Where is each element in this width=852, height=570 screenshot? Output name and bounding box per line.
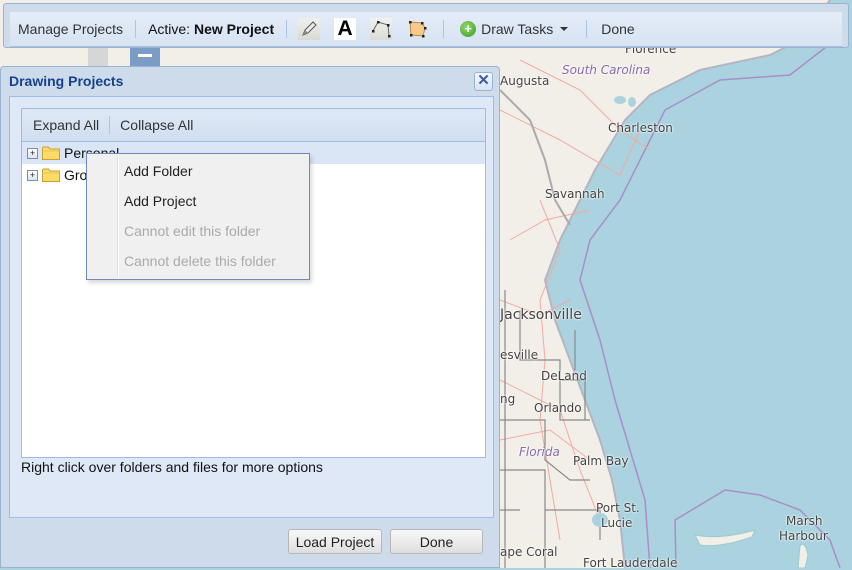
drawing-projects-dialog: Drawing Projects ✕ Expand All Collapse A… xyxy=(0,66,500,568)
dialog-done-button[interactable]: Done xyxy=(390,529,483,554)
text-tool-button[interactable]: A xyxy=(334,17,357,40)
lake xyxy=(614,96,626,104)
map-label: ape Coral xyxy=(500,545,558,559)
toolbar-separator xyxy=(443,20,445,38)
toolbar-separator xyxy=(286,20,288,38)
map-label: Augusta xyxy=(500,74,550,88)
map-label: Orlando xyxy=(534,401,582,415)
add-folder-menu-item[interactable]: Add Folder xyxy=(124,163,192,179)
close-icon[interactable]: ✕ xyxy=(474,72,493,91)
map-label: Florida xyxy=(519,445,560,459)
map-label: Jacksonville xyxy=(500,307,582,323)
folder-icon xyxy=(42,146,60,160)
polygon-icon xyxy=(409,21,427,38)
polyline-tool-button[interactable] xyxy=(370,18,393,40)
map-side-strip xyxy=(88,48,108,66)
toolbar-separator xyxy=(135,20,137,38)
toolbar-separator xyxy=(109,116,111,134)
map-label: South Carolina xyxy=(562,63,651,77)
hint-text: Right click over folders and files for m… xyxy=(21,459,323,475)
map-label: ng xyxy=(500,392,516,406)
lake xyxy=(628,97,636,107)
freehand-tool-button[interactable] xyxy=(298,18,321,40)
expand-icon[interactable]: + xyxy=(27,147,38,159)
island xyxy=(797,543,809,568)
toolbar-inner: Manage Projects Active: New Project A + … xyxy=(10,12,842,47)
map-zoom-out-button[interactable] xyxy=(130,48,160,66)
minus-icon xyxy=(138,54,152,57)
expand-icon[interactable]: + xyxy=(27,169,38,181)
map-label: esville xyxy=(500,348,539,362)
tree-item-label: Gro xyxy=(64,167,88,183)
map-label: Charleston xyxy=(608,121,673,135)
map-label: Harbour xyxy=(779,529,828,543)
draw-tasks-dropdown[interactable]: + Draw Tasks xyxy=(448,21,576,37)
add-circle-icon: + xyxy=(460,21,477,37)
manage-projects-button[interactable]: Manage Projects xyxy=(10,21,131,37)
toolbar-done-button[interactable]: Done xyxy=(591,21,642,37)
active-project-name: New Project xyxy=(193,21,275,37)
dialog-title: Drawing Projects xyxy=(9,73,124,89)
caret-down-icon xyxy=(560,27,569,31)
load-project-button[interactable]: Load Project xyxy=(288,529,382,554)
active-project-indicator: Active: New Project xyxy=(140,21,282,37)
tree-toolbar: Expand All Collapse All xyxy=(22,109,485,142)
edit-folder-menu-item: Cannot edit this folder xyxy=(124,223,261,239)
polygon-tool-button[interactable] xyxy=(406,18,428,40)
island xyxy=(694,529,756,547)
delete-folder-menu-item: Cannot delete this folder xyxy=(124,253,276,269)
expand-all-button[interactable]: Expand All xyxy=(25,117,107,133)
collapse-all-button[interactable]: Collapse All xyxy=(112,117,201,133)
map-label: Palm Bay xyxy=(573,454,629,468)
folder-icon xyxy=(42,168,60,182)
map-label: DeLand xyxy=(541,369,587,383)
text-icon: A xyxy=(337,17,353,40)
map-label: Port St. xyxy=(596,501,640,515)
drawing-toolbar: Manage Projects Active: New Project A + … xyxy=(3,3,849,48)
map-label: Marsh xyxy=(786,514,823,528)
map-label: Lucie xyxy=(601,516,633,530)
active-label: Active: xyxy=(148,21,191,37)
toolbar-separator xyxy=(586,20,588,38)
context-menu: Add Folder Add Project Cannot edit this … xyxy=(86,153,310,280)
map-label: Savannah xyxy=(545,187,605,201)
pencil-icon xyxy=(302,21,317,36)
add-project-menu-item[interactable]: Add Project xyxy=(124,193,196,209)
draw-tasks-label: Draw Tasks xyxy=(481,21,554,37)
polyline-icon xyxy=(372,21,391,38)
menu-gutter xyxy=(117,156,119,277)
